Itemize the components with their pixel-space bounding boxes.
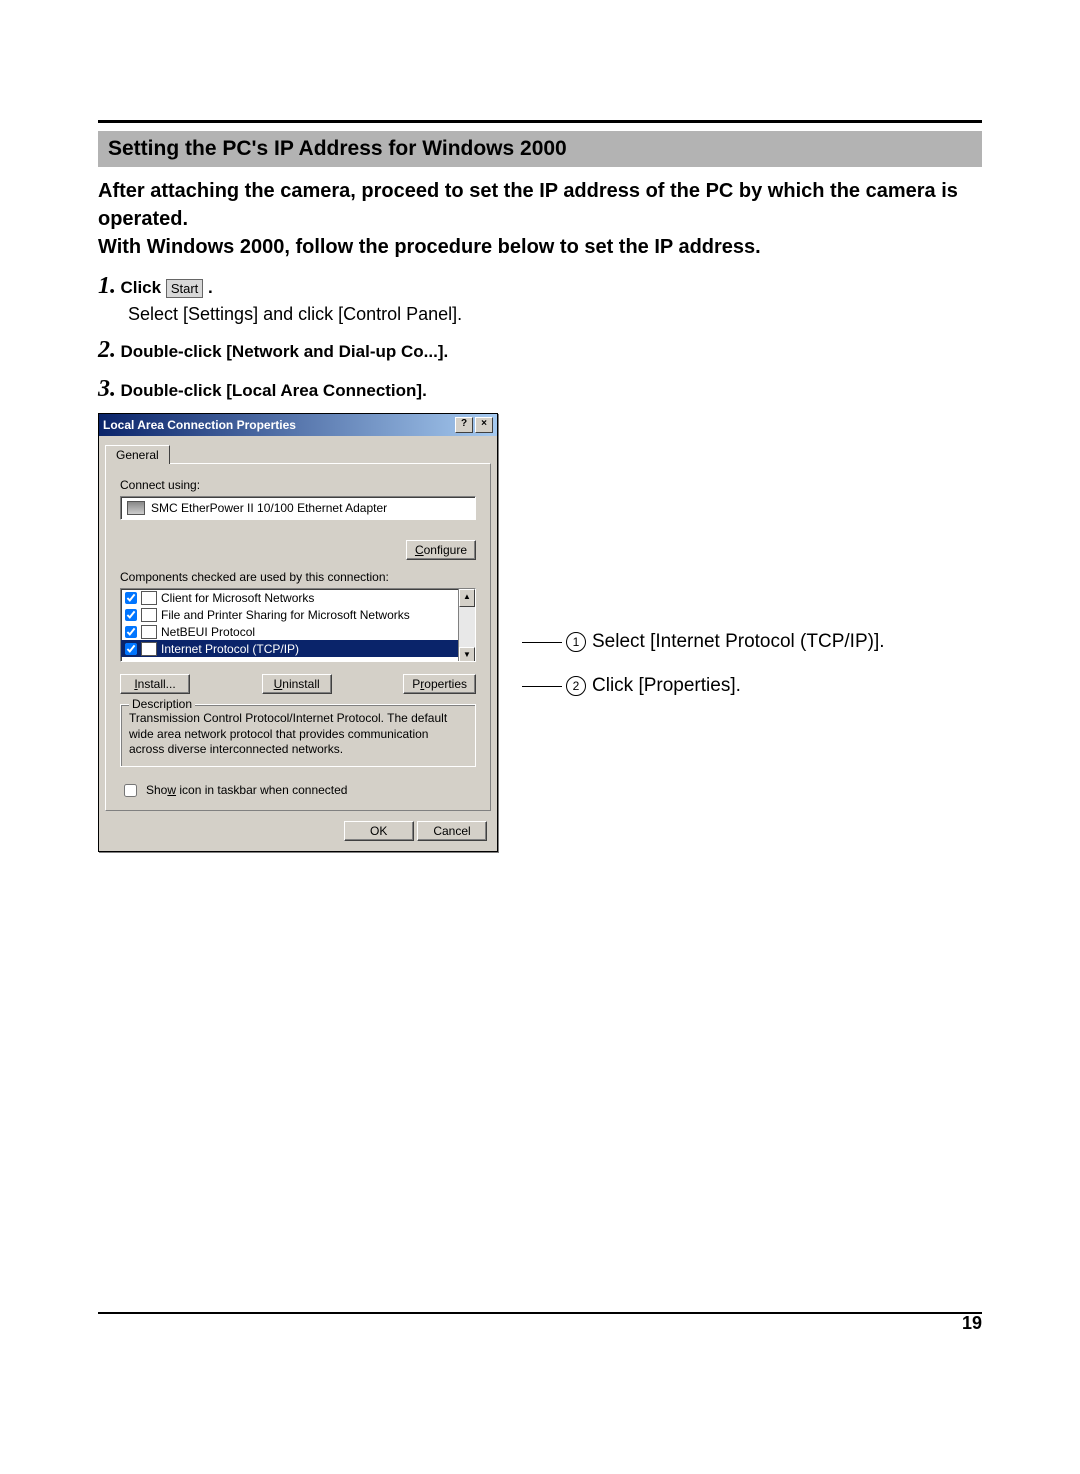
tab-row: General [99,436,497,463]
cancel-button[interactable]: Cancel [417,821,487,841]
intro-paragraph: After attaching the camera, proceed to s… [98,177,982,261]
section-heading: Setting the PC's IP Address for Windows … [98,131,982,167]
show-icon-row: Show icon in taskbar when connected [120,781,476,800]
configure-button[interactable]: Configure [406,540,476,560]
step-1-body: Select [Settings] and click [Control Pan… [128,304,982,325]
configure-row: Configure [120,540,476,560]
netbeui-icon [141,625,157,639]
step-2: 2. Double-click [Network and Dial-up Co.… [98,337,982,364]
component-tcpip-checkbox[interactable] [125,643,137,655]
start-button-label: Start [171,281,198,296]
callout-2-number-icon: 2 [566,676,586,696]
listbox-scrollbar[interactable]: ▲ ▼ [458,589,475,661]
dialog-and-callouts: Local Area Connection Properties ? × Gen… [98,413,982,852]
step-2-text: Double-click [Network and Dial-up Co...]… [120,342,448,361]
intro-line-2: With Windows 2000, follow the procedure … [98,236,761,258]
general-tab[interactable]: General [105,445,170,464]
component-fileprint[interactable]: File and Printer Sharing for Microsoft N… [121,606,475,623]
adapter-field: SMC EtherPower II 10/100 Ethernet Adapte… [120,496,476,520]
callout-1-text: Select [Internet Protocol (TCP/IP)]. [592,631,885,653]
fileprint-icon [141,608,157,622]
install-button[interactable]: Install... [120,674,190,694]
description-group: Description Transmission Control Protoco… [120,704,476,767]
scroll-down-icon[interactable]: ▼ [459,647,475,662]
description-legend: Description [129,697,195,711]
component-netbeui-label: NetBEUI Protocol [161,625,255,639]
dialog-titlebar: Local Area Connection Properties ? × [99,414,497,436]
page-number: 19 [962,1313,982,1334]
description-text: Transmission Control Protocol/Internet P… [129,711,467,758]
step-3-text: Double-click [Local Area Connection]. [120,381,426,400]
show-icon-checkbox[interactable] [124,784,137,797]
general-panel: Connect using: SMC EtherPower II 10/100 … [105,463,491,811]
titlebar-buttons: ? × [455,417,493,433]
tcpip-icon [141,642,157,656]
show-icon-label: Show icon in taskbar when connected [146,783,347,797]
component-fileprint-label: File and Printer Sharing for Microsoft N… [161,608,410,622]
close-button[interactable]: × [475,417,493,433]
components-listbox[interactable]: Client for Microsoft Networks File and P… [120,588,476,662]
component-client[interactable]: Client for Microsoft Networks [121,589,475,606]
connect-using-label: Connect using: [120,478,476,492]
intro-line-1: After attaching the camera, proceed to s… [98,180,958,230]
dialog-bottom-buttons: OK Cancel [99,817,497,851]
bottom-rule [98,1312,982,1314]
component-fileprint-checkbox[interactable] [125,609,137,621]
step-1-click-suffix: . [203,278,212,297]
callouts: 1 Select [Internet Protocol (TCP/IP)]. 2… [498,413,885,719]
components-label: Components checked are used by this conn… [120,570,476,584]
step-1: 1. Click Start . Select [Settings] and c… [98,273,982,325]
step-3: 3. Double-click [Local Area Connection]. [98,376,982,403]
start-button-graphic: Start [166,279,203,298]
component-client-label: Client for Microsoft Networks [161,591,314,605]
ok-button[interactable]: OK [344,821,414,841]
callout-1-number-icon: 1 [566,632,586,652]
lac-properties-dialog: Local Area Connection Properties ? × Gen… [98,413,498,852]
properties-button[interactable]: Properties [403,674,476,694]
adapter-icon [127,501,145,515]
component-netbeui-checkbox[interactable] [125,626,137,638]
component-client-checkbox[interactable] [125,592,137,604]
component-netbeui[interactable]: NetBEUI Protocol [121,623,475,640]
callout-2: 2 Click [Properties]. [522,675,885,697]
step-2-number: 2. [98,337,116,363]
callout-2-leader [522,686,562,687]
adapter-name: SMC EtherPower II 10/100 Ethernet Adapte… [151,501,387,515]
client-icon [141,591,157,605]
callout-1-leader [522,642,562,643]
page: Setting the PC's IP Address for Windows … [0,0,1080,1374]
dialog-title: Local Area Connection Properties [103,418,296,432]
component-tcpip-label: Internet Protocol (TCP/IP) [161,642,299,656]
top-rule [98,120,982,123]
help-button[interactable]: ? [455,417,473,433]
uninstall-button[interactable]: Uninstall [262,674,332,694]
scroll-up-icon[interactable]: ▲ [459,589,475,607]
step-1-click-prefix: Click [120,278,165,297]
install-uninstall-properties-row: Install... Uninstall Properties [120,674,476,694]
component-tcpip[interactable]: Internet Protocol (TCP/IP) [121,640,475,657]
callout-1: 1 Select [Internet Protocol (TCP/IP)]. [522,631,885,653]
callout-2-text: Click [Properties]. [592,675,741,697]
step-3-number: 3. [98,376,116,402]
scroll-track[interactable] [459,607,475,647]
step-1-number: 1. [98,273,116,299]
configure-label-rest: onfigure [424,543,467,557]
